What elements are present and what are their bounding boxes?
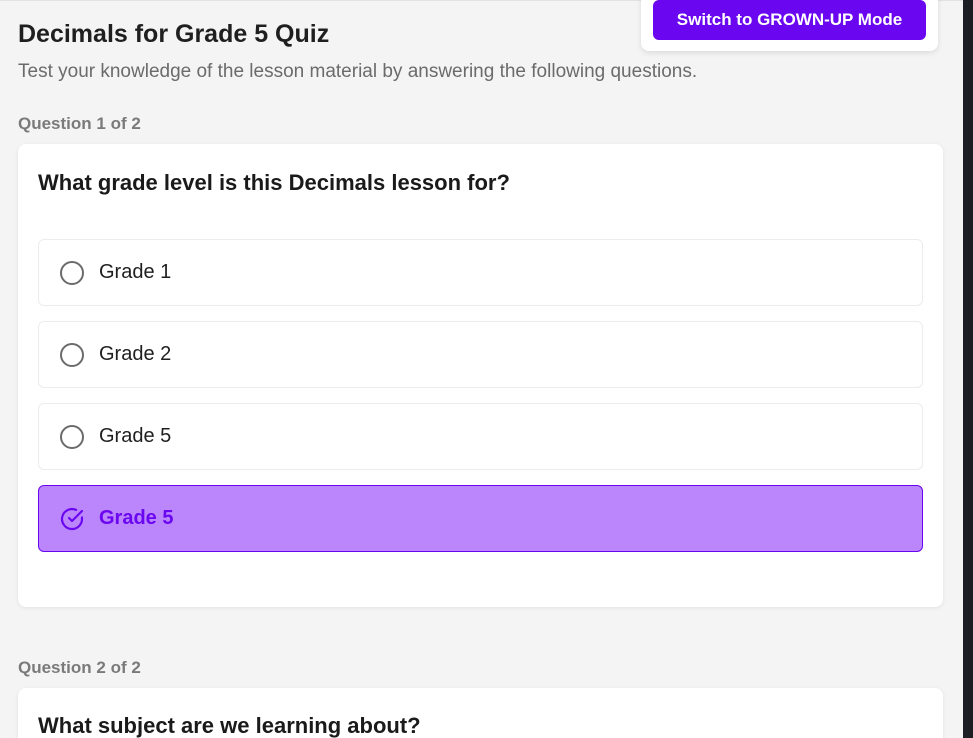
mode-switch-panel: Switch to GROWN-UP Mode	[641, 0, 938, 51]
question-card: What subject are we learning about?	[18, 688, 943, 738]
radio-circle-icon	[60, 261, 84, 285]
answer-option-label: Grade 1	[99, 261, 172, 283]
answer-option-label: Grade 5	[99, 425, 172, 447]
answer-option-grade-1[interactable]: Grade 1	[38, 239, 923, 306]
radio-circle-icon	[60, 343, 84, 367]
question-counter: Question 1 of 2	[18, 114, 141, 133]
answer-option-label: Grade 2	[99, 343, 172, 365]
check-circle-icon	[60, 507, 84, 531]
question-counter: Question 2 of 2	[18, 658, 141, 677]
quiz-page: Switch to GROWN-UP Mode Decimals for Gra…	[0, 0, 973, 738]
switch-mode-button[interactable]: Switch to GROWN-UP Mode	[653, 0, 926, 40]
question-card: What grade level is this Decimals lesson…	[18, 144, 943, 607]
radio-circle-icon	[60, 425, 84, 449]
answer-option-grade-5-selected[interactable]: Grade 5	[38, 485, 923, 552]
window-edge	[963, 0, 973, 738]
page-title: Decimals for Grade 5 Quiz	[18, 20, 330, 48]
answer-option-grade-2[interactable]: Grade 2	[38, 321, 923, 388]
answer-option-label: Grade 5	[99, 507, 174, 529]
page-subtitle: Test your knowledge of the lesson materi…	[18, 61, 698, 82]
question-text: What subject are we learning about?	[38, 713, 421, 738]
answer-option-grade-5[interactable]: Grade 5	[38, 403, 923, 470]
question-text: What grade level is this Decimals lesson…	[38, 170, 510, 195]
